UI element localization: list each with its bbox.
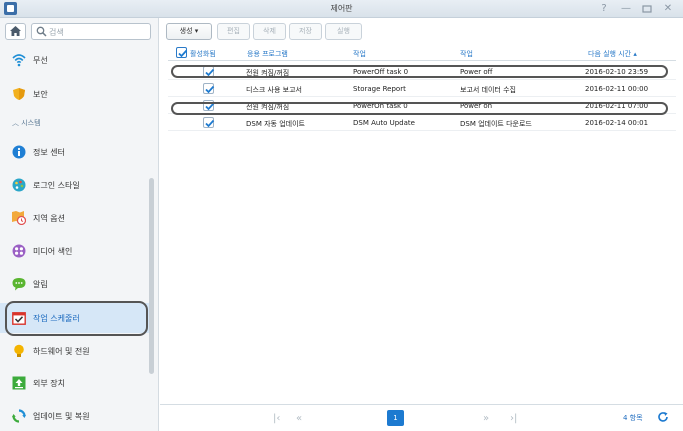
run-button[interactable]: 실행 <box>325 23 362 40</box>
sidebar-item-media-index[interactable]: 미디어 색인 <box>0 236 150 266</box>
sidebar-item-regional-options[interactable]: 지역 옵션 <box>0 203 150 233</box>
chevron-up-icon: ︿ <box>12 119 19 127</box>
sidebar: 검색 무선 보안 ︿ 시스템 정보 센터 로그인 스타일 지역 옵션 미디어 색… <box>0 18 159 431</box>
sidebar-item-info-center[interactable]: 정보 센터 <box>0 137 150 167</box>
next-page-icon[interactable]: » <box>483 413 489 424</box>
title-bar: 제어판 ? — ✕ <box>0 0 683 18</box>
home-button[interactable] <box>5 23 26 40</box>
col-task[interactable]: 작업 <box>353 49 366 59</box>
window-title: 제어판 <box>330 4 353 13</box>
delete-button[interactable]: 삭제 <box>253 23 286 40</box>
sidebar-item-label: 보안 <box>33 90 48 99</box>
toolbar: 생성 ▾ 편집 삭제 저장 실행 <box>160 18 683 46</box>
cell-next-run: 2016-02-14 00:01 <box>585 119 649 127</box>
maximize-icon[interactable] <box>640 2 654 16</box>
col-next-run[interactable]: 다음 실행 시간 ▴ <box>588 49 637 59</box>
cell-task: Storage Report <box>353 85 406 93</box>
palette-icon <box>12 178 26 192</box>
cell-application: 디스크 사용 보고서 <box>246 86 302 94</box>
refresh-icon[interactable] <box>657 411 669 423</box>
sidebar-item-wireless[interactable]: 무선 <box>0 45 150 75</box>
sidebar-item-label: 로그인 스타일 <box>33 181 80 190</box>
sidebar-item-label: 외부 장치 <box>33 379 65 388</box>
sidebar-section-system[interactable]: ︿ 시스템 <box>12 118 41 128</box>
enabled-checkbox[interactable] <box>203 117 215 128</box>
media-index-icon <box>12 244 26 258</box>
minimize-icon[interactable]: — <box>619 2 633 16</box>
search-input[interactable]: 검색 <box>31 23 151 40</box>
table-row[interactable]: DSM 자동 업데이트 DSM Auto Update DSM 업데이트 다운로… <box>168 115 676 131</box>
cell-action: 보고서 데이터 수집 <box>460 86 516 94</box>
select-all-checkbox[interactable] <box>176 47 188 58</box>
sidebar-item-label: 정보 센터 <box>33 148 65 157</box>
enabled-checkbox[interactable] <box>203 83 215 94</box>
help-icon[interactable]: ? <box>597 2 611 16</box>
first-page-icon[interactable]: |‹ <box>273 413 280 424</box>
external-device-icon <box>12 376 26 390</box>
checkmark-icon <box>178 49 188 58</box>
sidebar-item-label: 하드웨어 및 전원 <box>33 347 90 356</box>
last-page-icon[interactable]: ›| <box>510 413 517 424</box>
sidebar-item-hardware-power[interactable]: 하드웨어 및 전원 <box>0 336 150 366</box>
table-header: 활성화됨 응용 프로그램 작업 작업 다음 실행 시간 ▴ <box>168 46 676 61</box>
shield-icon <box>13 88 25 100</box>
cell-task: DSM Auto Update <box>353 119 415 127</box>
sidebar-item-external-devices[interactable]: 외부 장치 <box>0 368 150 398</box>
prev-page-icon[interactable]: « <box>296 413 302 424</box>
edit-button[interactable]: 편집 <box>217 23 250 40</box>
col-application[interactable]: 응용 프로그램 <box>247 49 288 59</box>
cell-next-run: 2016-02-11 00:00 <box>585 85 649 93</box>
home-icon <box>10 26 21 36</box>
pagination-bar: |‹ « 1 » ›| 4 항목 <box>160 404 683 431</box>
sidebar-item-label: 알림 <box>33 280 48 289</box>
sidebar-item-login-style[interactable]: 로그인 스타일 <box>0 170 150 200</box>
col-action[interactable]: 작업 <box>460 49 473 59</box>
highlight-ring <box>171 102 668 115</box>
lightbulb-icon <box>14 344 24 357</box>
cell-action: DSM 업데이트 다운로드 <box>460 120 532 128</box>
close-icon[interactable]: ✕ <box>661 2 675 16</box>
map-clock-icon <box>12 211 26 225</box>
checkmark-icon <box>205 85 215 94</box>
sidebar-item-notification[interactable]: 알림 <box>0 269 150 299</box>
sidebar-item-label: 무선 <box>33 56 48 65</box>
chat-bubble-icon <box>12 278 26 291</box>
item-count: 4 항목 <box>623 414 643 422</box>
section-label: 시스템 <box>21 119 41 127</box>
create-button[interactable]: 생성 ▾ <box>166 23 212 40</box>
cell-application: DSM 자동 업데이트 <box>246 120 305 128</box>
search-placeholder: 검색 <box>49 28 64 37</box>
table-row[interactable]: 디스크 사용 보고서 Storage Report 보고서 데이터 수집 201… <box>168 81 676 97</box>
highlight-ring <box>171 65 668 78</box>
sidebar-item-security[interactable]: 보안 <box>0 79 150 109</box>
main-panel: 생성 ▾ 편집 삭제 저장 실행 활성화됨 응용 프로그램 작업 작업 다음 실… <box>160 18 683 431</box>
sidebar-item-label: 미디어 색인 <box>33 247 73 256</box>
sidebar-scrollbar[interactable] <box>149 178 154 374</box>
save-button[interactable]: 저장 <box>289 23 322 40</box>
col-enabled[interactable]: 활성화됨 <box>190 49 216 59</box>
sidebar-item-label: 업데이트 및 복원 <box>33 412 90 421</box>
create-label: 생성 <box>179 27 193 35</box>
dropdown-caret-icon: ▾ <box>194 27 199 35</box>
sidebar-item-update-restore[interactable]: 업데이트 및 복원 <box>0 401 150 431</box>
wifi-icon <box>12 54 26 67</box>
sidebar-item-label: 지역 옵션 <box>33 214 65 223</box>
current-page-button[interactable]: 1 <box>387 410 404 426</box>
refresh-icon <box>12 409 26 423</box>
search-icon <box>36 26 47 37</box>
info-icon <box>12 145 26 159</box>
highlight-ring <box>5 301 148 336</box>
checkmark-icon <box>205 119 215 128</box>
